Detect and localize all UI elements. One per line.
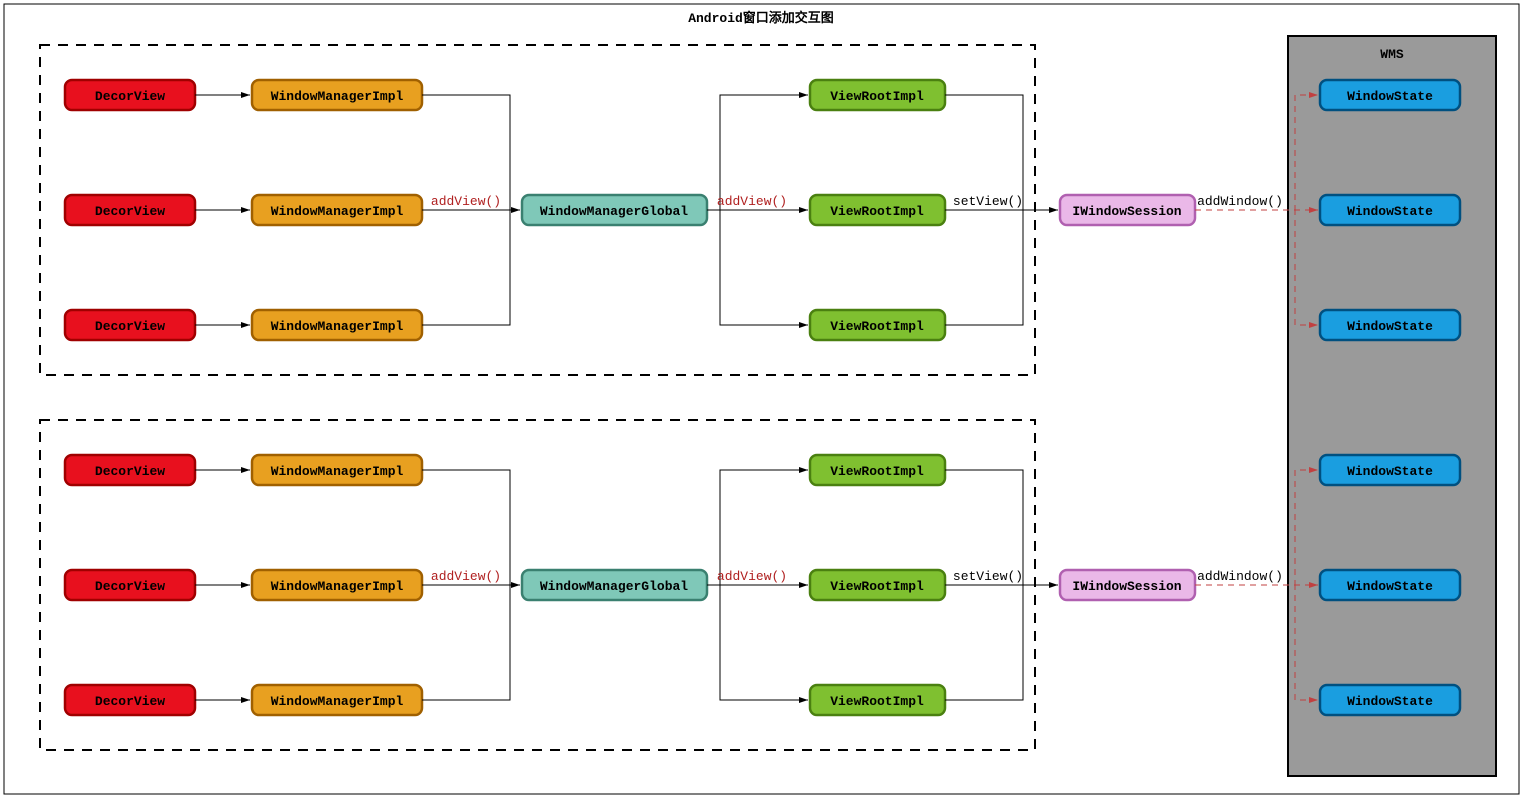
decorview-node: DecorView <box>65 455 195 485</box>
windowmanagerimpl-node: WindowManagerImpl <box>252 310 422 340</box>
svg-text:WindowManagerImpl: WindowManagerImpl <box>271 319 404 334</box>
wms-label: WMS <box>1380 47 1404 62</box>
windowstate-node: WindowState <box>1320 195 1460 225</box>
addview-label: addView() <box>431 194 501 209</box>
svg-text:WindowManagerGlobal: WindowManagerGlobal <box>540 579 688 594</box>
svg-text:IWindowSession: IWindowSession <box>1072 204 1181 219</box>
windowmanagerimpl-node: WindowManagerImpl <box>252 195 422 225</box>
decorview-node: DecorView <box>65 310 195 340</box>
svg-text:ViewRootImpl: ViewRootImpl <box>830 464 924 479</box>
addview-label: addView() <box>717 569 787 584</box>
svg-text:DecorView: DecorView <box>95 464 165 479</box>
windowmanagerimpl-node: WindowManagerImpl <box>252 685 422 715</box>
viewrootimpl-node: ViewRootImpl <box>810 570 945 600</box>
svg-text:DecorView: DecorView <box>95 204 165 219</box>
windowmanagerimpl-node: WindowManagerImpl <box>252 570 422 600</box>
diagram-canvas: Android窗口添加交互图 WMS DecorView DecorView D… <box>0 0 1523 798</box>
windowstate-node: WindowState <box>1320 310 1460 340</box>
setview-label: setView() <box>953 569 1023 584</box>
svg-text:WindowState: WindowState <box>1347 89 1433 104</box>
decorview-node: DecorView <box>65 685 195 715</box>
svg-text:WindowManagerImpl: WindowManagerImpl <box>271 579 404 594</box>
svg-text:DecorView: DecorView <box>95 319 165 334</box>
addview-label: addView() <box>431 569 501 584</box>
svg-text:ViewRootImpl: ViewRootImpl <box>830 579 924 594</box>
svg-text:WindowManagerGlobal: WindowManagerGlobal <box>540 204 688 219</box>
svg-text:DecorView: DecorView <box>95 694 165 709</box>
svg-text:WindowManagerImpl: WindowManagerImpl <box>271 464 404 479</box>
windowstate-node: WindowState <box>1320 455 1460 485</box>
svg-text:ViewRootImpl: ViewRootImpl <box>830 694 924 709</box>
windowmanagerglobal-node: WindowManagerGlobal <box>522 570 707 600</box>
viewrootimpl-node: ViewRootImpl <box>810 455 945 485</box>
addview-label: addView() <box>717 194 787 209</box>
svg-text:IWindowSession: IWindowSession <box>1072 579 1181 594</box>
svg-text:DecorView: DecorView <box>95 579 165 594</box>
windowmanagerimpl-node: WindowManagerImpl <box>252 455 422 485</box>
setview-label: setView() <box>953 194 1023 209</box>
windowstate-node: WindowState <box>1320 80 1460 110</box>
svg-text:WindowState: WindowState <box>1347 319 1433 334</box>
addwindow-label: addWindow() <box>1197 569 1283 584</box>
svg-text:WindowState: WindowState <box>1347 579 1433 594</box>
svg-text:WindowState: WindowState <box>1347 694 1433 709</box>
svg-text:WindowManagerImpl: WindowManagerImpl <box>271 204 404 219</box>
diagram-title: Android窗口添加交互图 <box>688 10 834 26</box>
windowstate-node: WindowState <box>1320 570 1460 600</box>
viewrootimpl-node: ViewRootImpl <box>810 80 945 110</box>
decorview-node: DecorView <box>65 570 195 600</box>
svg-text:ViewRootImpl: ViewRootImpl <box>830 89 924 104</box>
windowmanagerglobal-node: WindowManagerGlobal <box>522 195 707 225</box>
viewrootimpl-node: ViewRootImpl <box>810 195 945 225</box>
svg-text:WindowManagerImpl: WindowManagerImpl <box>271 89 404 104</box>
svg-text:WindowManagerImpl: WindowManagerImpl <box>271 694 404 709</box>
iwindowsession-node: IWindowSession <box>1060 570 1195 600</box>
svg-text:DecorView: DecorView <box>95 89 165 104</box>
addwindow-label: addWindow() <box>1197 194 1283 209</box>
svg-text:WindowState: WindowState <box>1347 204 1433 219</box>
svg-text:WindowState: WindowState <box>1347 464 1433 479</box>
decorview-node: DecorView <box>65 80 195 110</box>
wms-container <box>1288 36 1496 776</box>
decorview-node: DecorView <box>65 195 195 225</box>
viewrootimpl-node: ViewRootImpl <box>810 310 945 340</box>
svg-text:ViewRootImpl: ViewRootImpl <box>830 204 924 219</box>
viewrootimpl-node: ViewRootImpl <box>810 685 945 715</box>
windowmanagerimpl-node: WindowManagerImpl <box>252 80 422 110</box>
iwindowsession-node: IWindowSession <box>1060 195 1195 225</box>
svg-text:ViewRootImpl: ViewRootImpl <box>830 319 924 334</box>
windowstate-node: WindowState <box>1320 685 1460 715</box>
